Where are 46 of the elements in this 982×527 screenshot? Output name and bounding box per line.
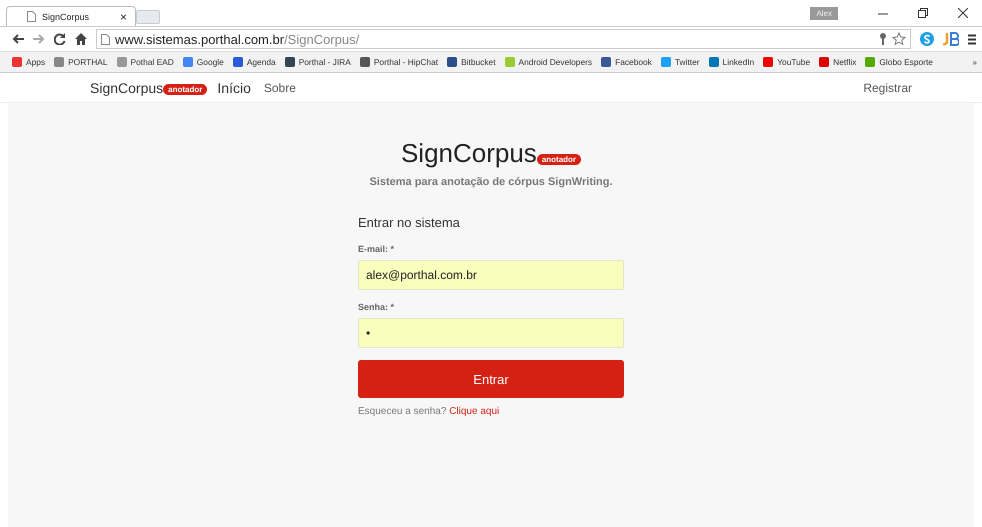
bookmark-link[interactable]: Globo Esporte [865,57,933,67]
role-badge: anotador [163,84,208,94]
reload-icon[interactable] [54,33,66,45]
login-button[interactable]: Entrar [358,360,624,398]
menu-icon[interactable] [968,34,976,44]
bookmark-link[interactable]: Apps [12,57,46,67]
bookmark-link[interactable]: Google [182,57,224,67]
role-badge: anotador [536,154,582,165]
bookmark-link[interactable]: Android Developers [504,57,592,67]
nav-link[interactable]: Sobre [264,80,296,94]
home-icon[interactable] [75,33,87,45]
input-field[interactable]: alex@porthal.com.br [358,260,624,290]
brand-link[interactable]: SignCorpus [90,80,164,96]
bookmark-link[interactable]: LinkedIn [708,57,754,67]
input-field[interactable]: • [358,318,624,348]
address-bar[interactable]: www.sistemas.porthal.com.br/SignCorpus/ [96,29,911,49]
restore-icon[interactable] [918,8,928,18]
close-icon[interactable] [958,8,968,18]
bookmark-link[interactable]: Agenda [232,57,276,67]
bookmark-link[interactable]: YouTube [763,57,810,67]
browser-tab[interactable]: SignCorpus × [6,6,136,26]
nav-link[interactable]: Início [217,80,251,96]
bookmark-link[interactable]: Twitter [660,57,700,67]
bookmark-link[interactable]: Porthal - HipChat [360,57,438,67]
bookmark-link[interactable]: Bitbucket [447,57,496,67]
field-label: E-mail: * [358,244,396,254]
close-tab-button[interactable]: × [120,10,127,24]
bookmark-link[interactable]: Porthal - JIRA [284,57,351,67]
app-title: SignCorpus [400,138,537,168]
url-text: www.sistemas.porthal.com.br/SignCorpus/ [115,32,360,46]
form-heading: Entrar no sistema [358,215,461,230]
app-subtitle: Sistema para anotação de córpus SignWriting. [369,176,613,188]
more-bookmarks-button[interactable]: » [972,58,977,66]
star-icon[interactable] [892,32,906,46]
skype-icon[interactable] [920,32,934,46]
bookmark-link[interactable]: Netflix [819,57,856,67]
reset-link[interactable]: Clique aqui [449,406,500,417]
bookmark-link[interactable]: Facebook [601,57,652,67]
back-arrow-icon[interactable] [12,34,24,44]
bookmark-link[interactable]: Pothal EAD [116,57,174,67]
bookmark-link[interactable]: PORTHAL [54,57,108,67]
register-link[interactable]: Registrar [863,80,912,94]
key-icon[interactable] [879,33,887,45]
field-label: Senha: * [358,302,396,312]
forgot-password-text: Esqueceu a senha? [358,406,446,417]
extension-icon[interactable] [943,32,959,46]
